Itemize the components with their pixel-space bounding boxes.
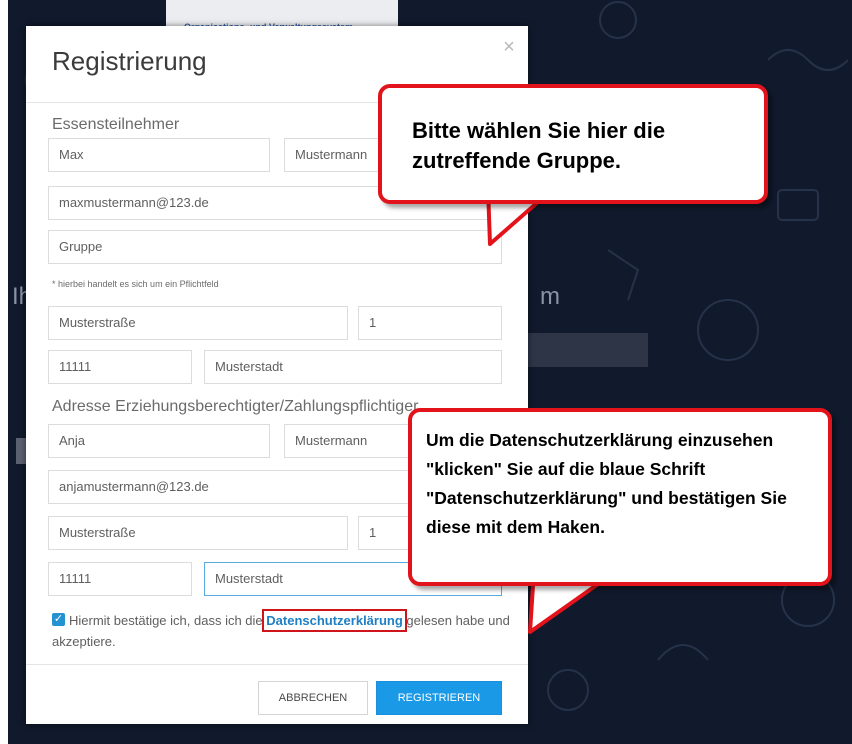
required-field-note: * hierbei handelt es sich um ein Pflicht… xyxy=(52,279,219,289)
consent-text: Hiermit bestätige ich, dass ich die Date… xyxy=(52,609,512,652)
participant-city-input[interactable]: Musterstadt xyxy=(204,350,502,384)
participant-section-label: Essensteilnehmer xyxy=(52,116,180,133)
participant-street-input[interactable]: Musterstraße xyxy=(48,306,348,340)
group-select[interactable]: Gruppe xyxy=(48,230,502,264)
participant-zip-input[interactable]: 11111 xyxy=(48,350,192,384)
guardian-first-name-input[interactable]: Anja xyxy=(48,424,270,458)
background-field xyxy=(518,333,648,367)
participant-first-name-input[interactable]: Max xyxy=(48,138,270,172)
callout-group-hint: Bitte wählen Sie hier die zutreffende Gr… xyxy=(378,84,768,204)
cancel-button[interactable]: ABBRECHEN xyxy=(258,681,368,715)
register-button[interactable]: REGISTRIEREN xyxy=(376,681,502,715)
participant-house-number-input[interactable]: 1 xyxy=(358,306,502,340)
modal-title: Registrierung xyxy=(52,46,207,76)
callout-privacy-hint: Um die Datenschutzerklärung einzusehen "… xyxy=(408,408,832,586)
guardian-zip-input[interactable]: 11111 xyxy=(48,562,192,596)
guardian-section-label: Adresse Erziehungsberechtigter/Zahlungsp… xyxy=(52,398,419,415)
callout-group-text: Bitte wählen Sie hier die zutreffende Gr… xyxy=(412,118,666,173)
background-heading-right: m xyxy=(540,283,560,310)
guardian-street-input[interactable]: Musterstraße xyxy=(48,516,348,550)
close-icon[interactable]: × xyxy=(500,37,518,57)
consent-checkbox[interactable]: ✓ xyxy=(52,613,65,626)
callout-privacy-text: Um die Datenschutzerklärung einzusehen "… xyxy=(426,430,787,537)
privacy-policy-link[interactable]: Datenschutzerklärung xyxy=(262,609,407,632)
consent-text-before: Hiermit bestätige ich, dass ich die xyxy=(69,613,267,628)
footer-divider xyxy=(26,664,528,665)
